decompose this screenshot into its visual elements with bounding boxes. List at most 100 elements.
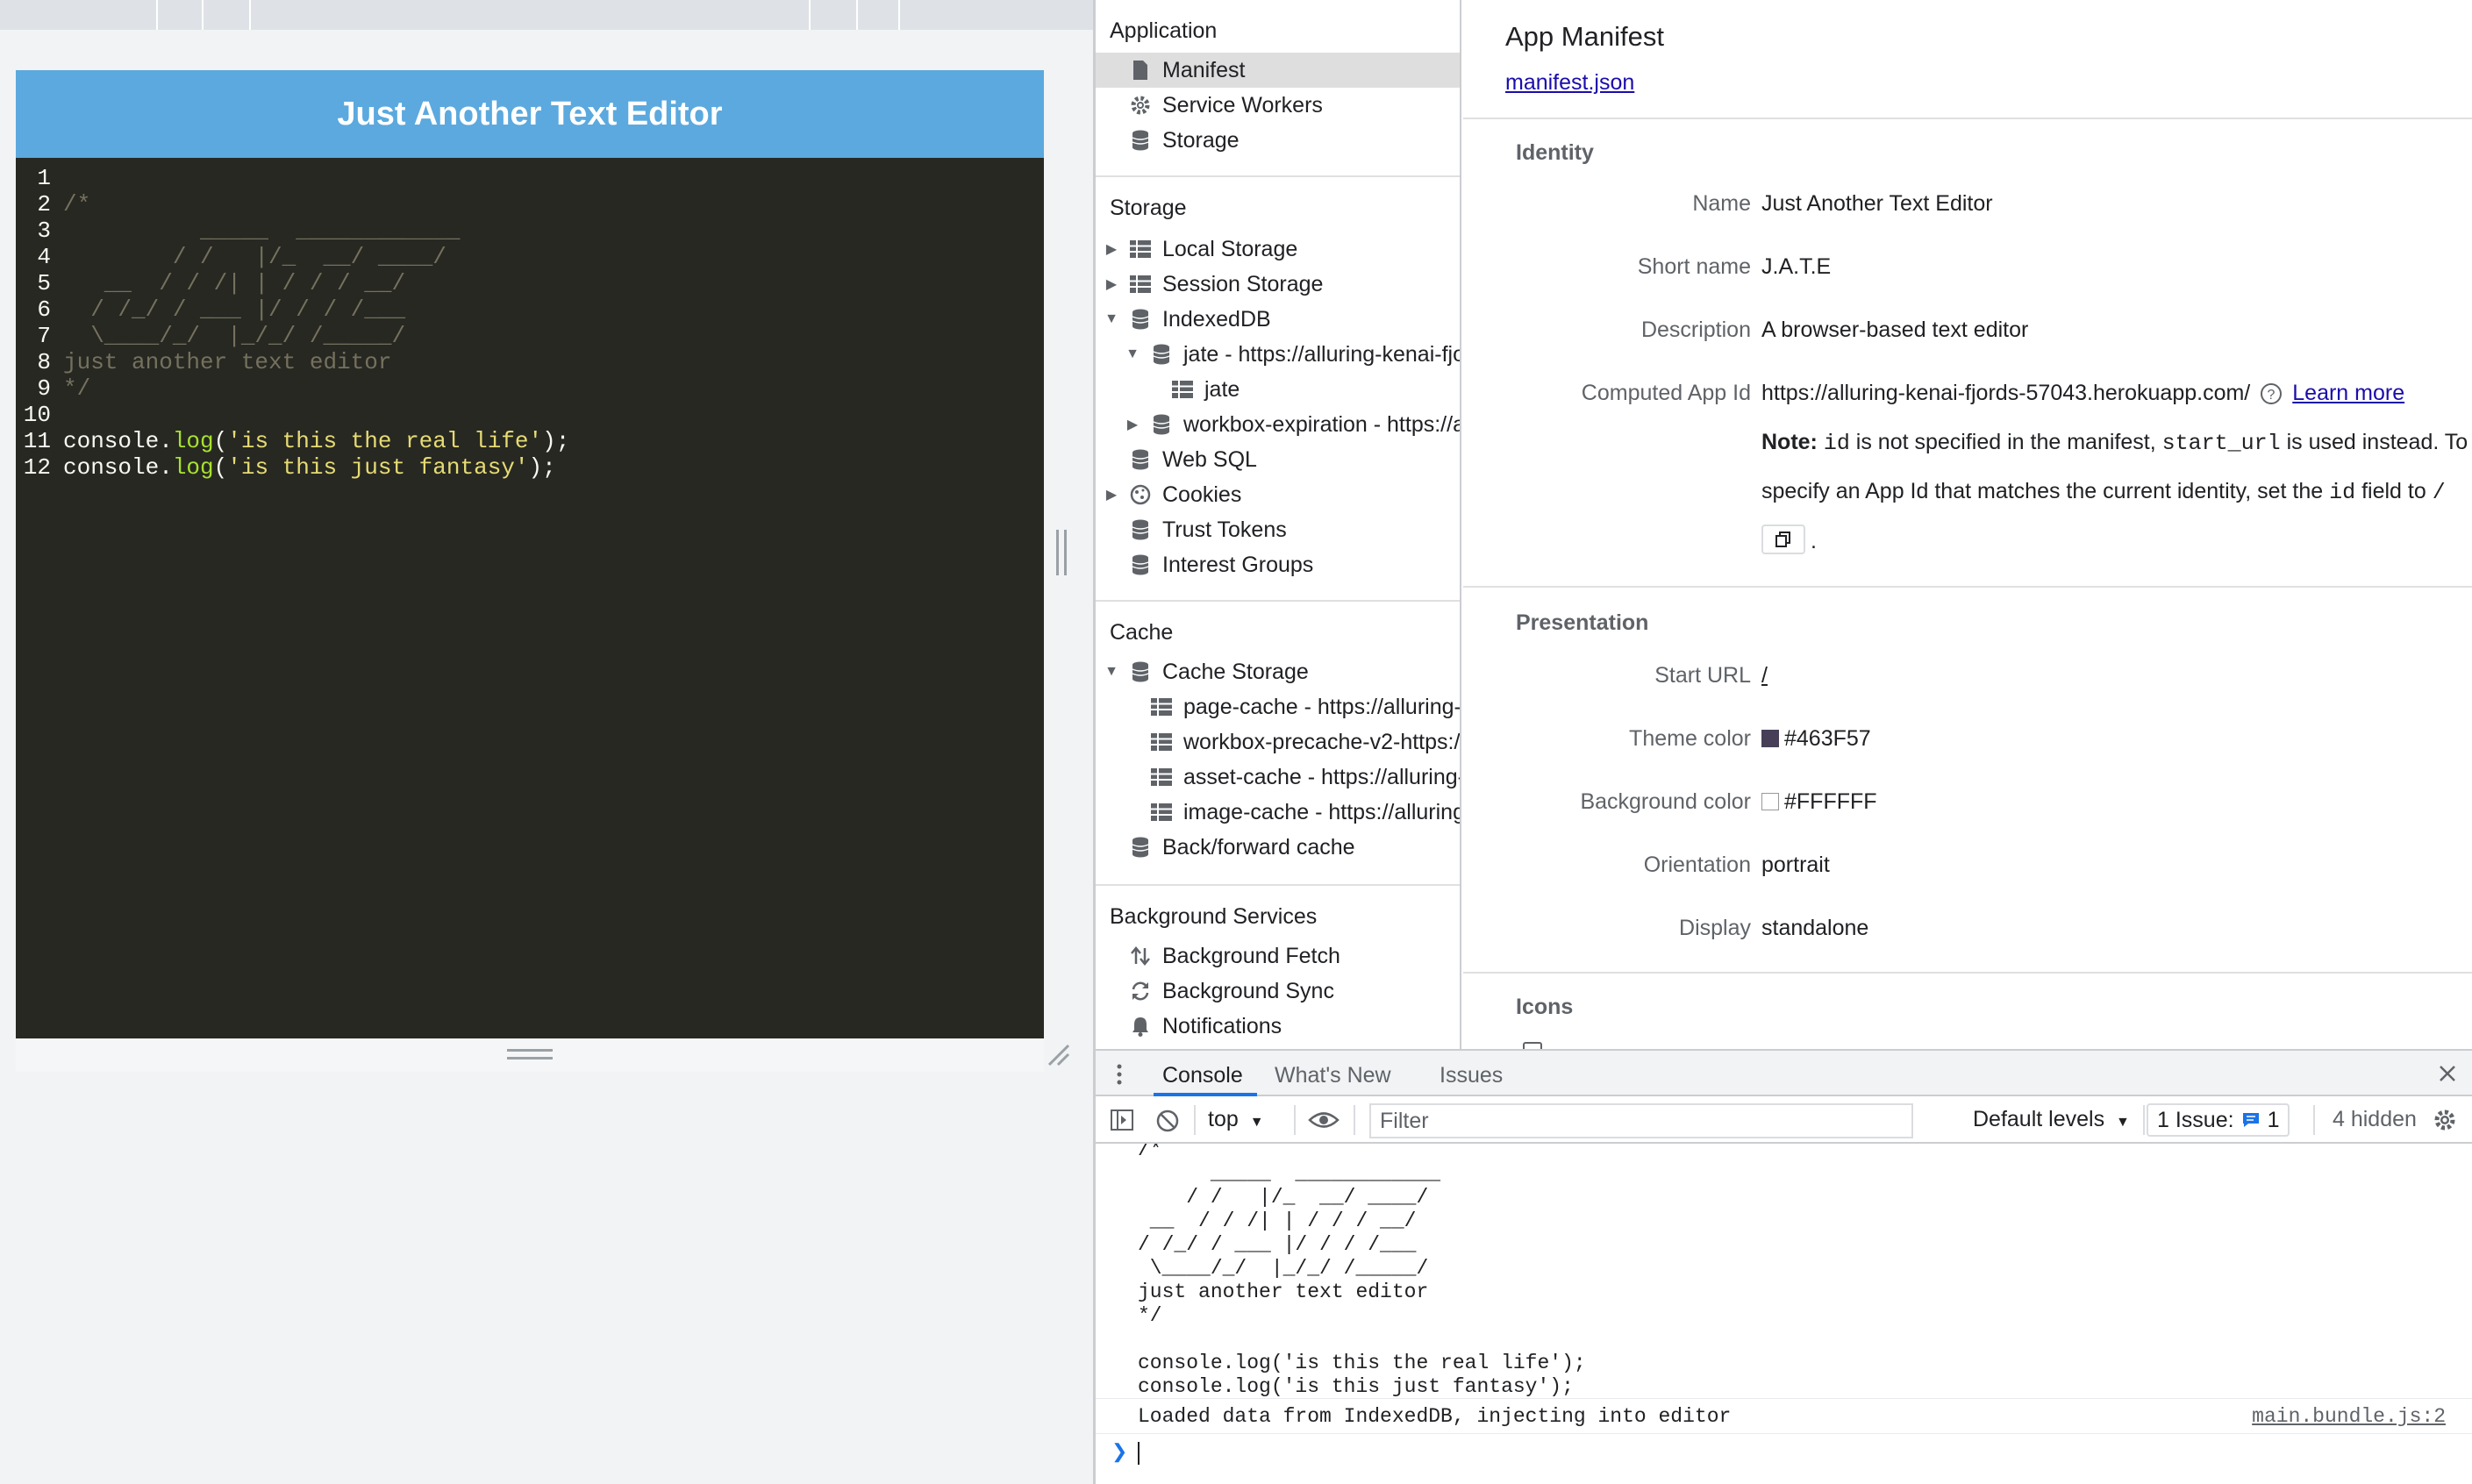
app-id-row: https://alluring-kenai-fjords-57043.hero…: [1761, 381, 2404, 406]
editor-resize-bar: [16, 1038, 1044, 1072]
sidebar-item-workbox-expiration-https-alluring-kenai-[interactable]: ▶ workbox-expiration - https://alluring-k…: [1096, 407, 1460, 442]
code-token: (: [213, 428, 228, 454]
sidebar-item-background-sync[interactable]: Background Sync: [1096, 974, 1460, 1009]
bg-color-text: #FFFFFF: [1784, 789, 1877, 814]
sidebar-toggle-icon[interactable]: [1110, 1109, 1134, 1131]
note-text: field to: [2355, 479, 2433, 503]
line-number: 8: [37, 349, 51, 375]
resize-handle-icon[interactable]: [507, 1049, 553, 1059]
settings-gear-icon[interactable]: [2432, 1107, 2458, 1133]
corner-resize-icon[interactable]: [1046, 1042, 1070, 1067]
sidebar-item-background-fetch[interactable]: Background Fetch: [1096, 938, 1460, 974]
code-token: );: [528, 454, 556, 481]
console-drawer: Console What's New Issues top ▼ Filter D…: [1096, 1049, 2472, 1484]
sidebar-item-label: jate: [1204, 376, 1240, 402]
file-icon: [1129, 59, 1152, 82]
sidebar-item-web-sql[interactable]: Web SQL: [1096, 442, 1460, 477]
collapse-arrow-icon[interactable]: ▼: [1104, 311, 1118, 327]
sidebar-item-asset-cache-https-alluring-kenai-fjords-[interactable]: asset-cache - https://alluring-kenai-fjo…: [1096, 760, 1460, 795]
sidebar-item-back-forward-cache[interactable]: Back/forward cache: [1096, 830, 1460, 865]
log-levels-dropdown[interactable]: Default levels ▼: [1973, 1107, 2130, 1132]
eye-icon[interactable]: [1308, 1110, 1340, 1130]
sidebar-item-local-storage[interactable]: ▶ Local Storage: [1096, 232, 1460, 267]
description-label: Description: [1640, 317, 1751, 342]
sidebar-item-jate-https-alluring-kenai-fjords-57043-h[interactable]: ▼ jate - https://alluring-kenai-fjords-57…: [1096, 337, 1460, 372]
line-content: /*: [63, 191, 90, 218]
code-token: );: [542, 428, 570, 454]
clear-console-icon[interactable]: [1155, 1109, 1180, 1133]
manifest-json-link[interactable]: manifest.json: [1505, 70, 1634, 96]
line-number: 9: [37, 375, 51, 402]
line-content: _____ ____________: [63, 218, 460, 244]
database-icon: [1150, 343, 1173, 366]
expand-arrow-icon[interactable]: ▶: [1125, 416, 1140, 433]
sidebar-item-cookies[interactable]: ▶ Cookies: [1096, 477, 1460, 512]
start-url-link[interactable]: /: [1761, 663, 1768, 688]
sidebar-item-service-workers[interactable]: Service Workers: [1096, 88, 1460, 123]
collapse-arrow-icon[interactable]: ▼: [1125, 346, 1140, 362]
grid-icon: [1150, 731, 1173, 753]
sidebar-item-label: IndexedDB: [1162, 306, 1271, 332]
sidebar-item-image-cache-https-alluring-kenai-fjords-[interactable]: image-cache - https://alluring-kenai-fjo…: [1096, 795, 1460, 830]
code-token: */: [63, 375, 91, 402]
issues-count: 1: [2267, 1108, 2280, 1132]
code-editor[interactable]: 1 2/* 3 _____ ____________ 4 / / |/_ __/ __…: [16, 158, 1044, 1038]
help-icon[interactable]: ?: [2259, 382, 2283, 406]
sidebar-item-interest-groups[interactable]: Interest Groups: [1096, 547, 1460, 582]
line-number: 12: [23, 454, 51, 481]
sidebar-item-label: Background Fetch: [1162, 943, 1340, 968]
expand-arrow-icon[interactable]: ▶: [1104, 275, 1118, 293]
console-input[interactable]: [1138, 1442, 1140, 1465]
grid-icon: [1150, 766, 1173, 788]
console-message: Loaded data from IndexedDB, injecting in…: [1138, 1405, 1732, 1428]
issues-counter[interactable]: 1 Issue: 1: [2147, 1103, 2290, 1137]
sidebar-item-session-storage[interactable]: ▶ Session Storage: [1096, 267, 1460, 302]
note-text: is not specified in the manifest,: [1849, 430, 2162, 454]
sidebar-item-workbox-precache-v2-https-alluring-kenai[interactable]: workbox-precache-v2-https://alluring-ken…: [1096, 724, 1460, 760]
app-id-note-line1: Note: id is not specified in the manifes…: [1761, 430, 2468, 456]
bg-color-label: Background color: [1580, 789, 1751, 814]
kebab-menu-icon[interactable]: [1115, 1063, 1124, 1086]
display-value: standalone: [1761, 916, 1869, 940]
note-id-code: id: [1823, 431, 1850, 456]
sidebar-item-label: asset-cache - https://alluring-kenai-fjo…: [1183, 764, 1460, 789]
sidebar-item-indexeddb[interactable]: ▼ IndexedDB: [1096, 302, 1460, 337]
sidebar-item-jate[interactable]: jate: [1096, 372, 1460, 407]
learn-more-link[interactable]: Learn more: [2292, 381, 2404, 406]
tab-console[interactable]: Console: [1162, 1063, 1243, 1088]
sidebar-item-page-cache-https-alluring-kenai-fjords-5[interactable]: page-cache - https://alluring-kenai-fjor…: [1096, 689, 1460, 724]
code-line: 1: [16, 165, 1044, 191]
line-content: */: [63, 375, 90, 402]
line-content: just another text editor: [63, 349, 391, 375]
sidebar-item-cache-storage[interactable]: ▼ Cache Storage: [1096, 654, 1460, 689]
close-icon[interactable]: [2437, 1063, 2458, 1084]
sidebar-item-manifest[interactable]: Manifest: [1096, 53, 1460, 88]
icons-checkbox[interactable]: [1523, 1042, 1542, 1049]
icons-heading: Icons: [1516, 995, 1574, 1019]
expand-arrow-icon[interactable]: ▶: [1104, 486, 1118, 503]
code-line: 7 \____/_/ |_/_/ /_____/: [16, 323, 1044, 349]
page-title: App Manifest: [1505, 21, 1664, 52]
source-link[interactable]: main.bundle.js:2: [2252, 1405, 2446, 1428]
code-token: / / |/_ __/ ____/: [63, 244, 447, 270]
split-handle-icon[interactable]: [1056, 530, 1067, 575]
filter-input[interactable]: Filter: [1369, 1103, 1913, 1138]
tab-whats-new[interactable]: What's New: [1275, 1063, 1391, 1088]
expand-arrow-icon[interactable]: ▶: [1104, 240, 1118, 258]
line-content: / / |/_ __/ ____/: [63, 244, 447, 270]
sidebar-item-trust-tokens[interactable]: Trust Tokens: [1096, 512, 1460, 547]
note-id-code: id: [2329, 480, 2356, 505]
collapse-arrow-icon[interactable]: ▼: [1104, 664, 1118, 680]
sidebar-item-storage[interactable]: Storage: [1096, 123, 1460, 158]
sidebar-item-label: Cookies: [1162, 482, 1242, 507]
sidebar-item-notifications[interactable]: Notifications: [1096, 1009, 1460, 1044]
sidebar-item-label: Trust Tokens: [1162, 517, 1287, 542]
tab-issues[interactable]: Issues: [1440, 1063, 1503, 1088]
code-token: 'is this just fantasy': [227, 454, 529, 481]
context-selector[interactable]: top ▼: [1208, 1107, 1264, 1132]
copy-button[interactable]: [1761, 524, 1805, 554]
theme-color-swatch: [1761, 730, 1779, 747]
identity-heading: Identity: [1516, 140, 1594, 165]
app-title: Just Another Text Editor: [16, 70, 1044, 158]
page-viewport: Just Another Text Editor 1 2/* 3 _____ ___…: [0, 0, 1093, 1484]
